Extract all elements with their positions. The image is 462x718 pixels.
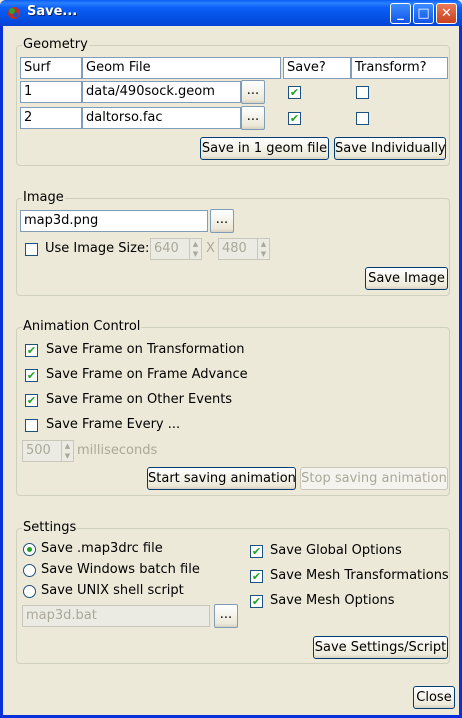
geometry-group-label: Geometry: [22, 37, 89, 52]
window-title: Save...: [27, 4, 78, 19]
save-dialog: Save... _ □ ✕ Geometry Surf Geom File Sa…: [0, 0, 462, 718]
image-filename-input[interactable]: map3d.png: [20, 210, 208, 232]
close-button[interactable]: Close: [413, 686, 455, 709]
image-height-spinner[interactable]: 480 ▲ ▼: [218, 238, 270, 260]
use-image-size-checkbox[interactable]: [25, 243, 38, 256]
maximize-icon[interactable]: □: [413, 3, 434, 24]
save-frame-every-label: Save Frame Every ...: [46, 417, 181, 432]
image-width-spinner[interactable]: 640 ▲ ▼: [150, 238, 202, 260]
row2-geom-file[interactable]: daltorso.fac: [82, 107, 241, 129]
save-frame-other-events-checkbox[interactable]: ✔: [25, 394, 38, 407]
save-map3drc-radio[interactable]: [23, 543, 36, 556]
animation-group: Animation Control ✔ Save Frame on Transf…: [16, 319, 450, 496]
save-frame-every-checkbox[interactable]: [25, 419, 38, 432]
interval-value: 500: [26, 443, 51, 458]
header-transform: Transform?: [351, 57, 448, 79]
save-unix-script-radio[interactable]: [23, 585, 36, 598]
image-group-label: Image: [22, 190, 65, 205]
minimize-icon[interactable]: _: [390, 3, 411, 24]
save-windows-batch-label: Save Windows batch file: [41, 562, 200, 577]
interval-unit-label: milliseconds: [77, 443, 158, 458]
save-frame-advance-checkbox[interactable]: ✔: [25, 369, 38, 382]
height-spin-arrows-icon[interactable]: ▲ ▼: [257, 239, 269, 259]
save-mesh-options-label: Save Mesh Options: [270, 593, 395, 608]
save-settings-script-button[interactable]: Save Settings/Script: [313, 636, 448, 659]
size-x-label: X: [206, 241, 215, 256]
image-width-value: 640: [154, 241, 179, 256]
row1-geom-file[interactable]: data/490sock.geom: [82, 81, 241, 103]
save-in-one-geom-file-button[interactable]: Save in 1 geom file: [200, 137, 329, 160]
save-global-options-label: Save Global Options: [270, 543, 402, 558]
save-image-button[interactable]: Save Image: [365, 267, 448, 290]
geometry-group: Geometry Surf Geom File Save? Transform?…: [16, 37, 450, 166]
settings-group-label: Settings: [22, 520, 78, 535]
row1-browse-button[interactable]: ...: [241, 80, 265, 104]
row2-save-checkbox[interactable]: ✔: [288, 112, 301, 125]
interval-spin-arrows-icon[interactable]: ▲ ▼: [61, 441, 73, 461]
settings-group: Settings Save .map3drc file Save Windows…: [16, 520, 450, 664]
row1-transform-checkbox[interactable]: [356, 86, 369, 99]
row2-browse-button[interactable]: ...: [241, 106, 265, 130]
title-bar[interactable]: Save... _ □ ✕: [0, 0, 462, 26]
close-icon[interactable]: ✕: [436, 3, 457, 24]
stop-saving-animation-button[interactable]: Stop saving animation: [300, 467, 448, 490]
script-file-input[interactable]: map3d.bat: [22, 605, 210, 627]
save-mesh-options-checkbox[interactable]: ✔: [250, 595, 263, 608]
save-windows-batch-radio[interactable]: [23, 564, 36, 577]
image-group: Image map3d.png ... Use Image Size: 640 …: [16, 190, 450, 296]
save-map3drc-label: Save .map3drc file: [41, 541, 163, 556]
use-image-size-label: Use Image Size:: [45, 241, 150, 256]
row1-surf[interactable]: 1: [20, 81, 82, 103]
header-save: Save?: [283, 57, 351, 79]
save-unix-script-label: Save UNIX shell script: [41, 583, 184, 598]
save-mesh-transformations-checkbox[interactable]: ✔: [250, 570, 263, 583]
save-global-options-checkbox[interactable]: ✔: [250, 545, 263, 558]
save-frame-other-events-label: Save Frame on Other Events: [46, 392, 233, 407]
animation-group-label: Animation Control: [22, 319, 142, 334]
width-spin-arrows-icon[interactable]: ▲ ▼: [189, 239, 201, 259]
save-frame-transformation-label: Save Frame on Transformation: [46, 342, 245, 357]
image-browse-button[interactable]: ...: [210, 209, 234, 233]
row2-transform-checkbox[interactable]: [356, 112, 369, 125]
script-browse-button[interactable]: ...: [214, 604, 238, 628]
header-geom-file: Geom File: [82, 57, 281, 79]
app-icon: [8, 7, 20, 19]
save-frame-transformation-checkbox[interactable]: ✔: [25, 344, 38, 357]
row2-surf[interactable]: 2: [20, 107, 82, 129]
save-mesh-transformations-label: Save Mesh Transformations: [270, 568, 449, 583]
image-height-value: 480: [222, 241, 247, 256]
header-surf: Surf: [20, 57, 82, 79]
interval-spinner[interactable]: 500 ▲ ▼: [22, 440, 74, 462]
row1-save-checkbox[interactable]: ✔: [288, 86, 301, 99]
save-individually-button[interactable]: Save Individually: [334, 137, 446, 160]
save-frame-advance-label: Save Frame on Frame Advance: [46, 367, 248, 382]
start-saving-animation-button[interactable]: Start saving animation: [147, 467, 296, 490]
